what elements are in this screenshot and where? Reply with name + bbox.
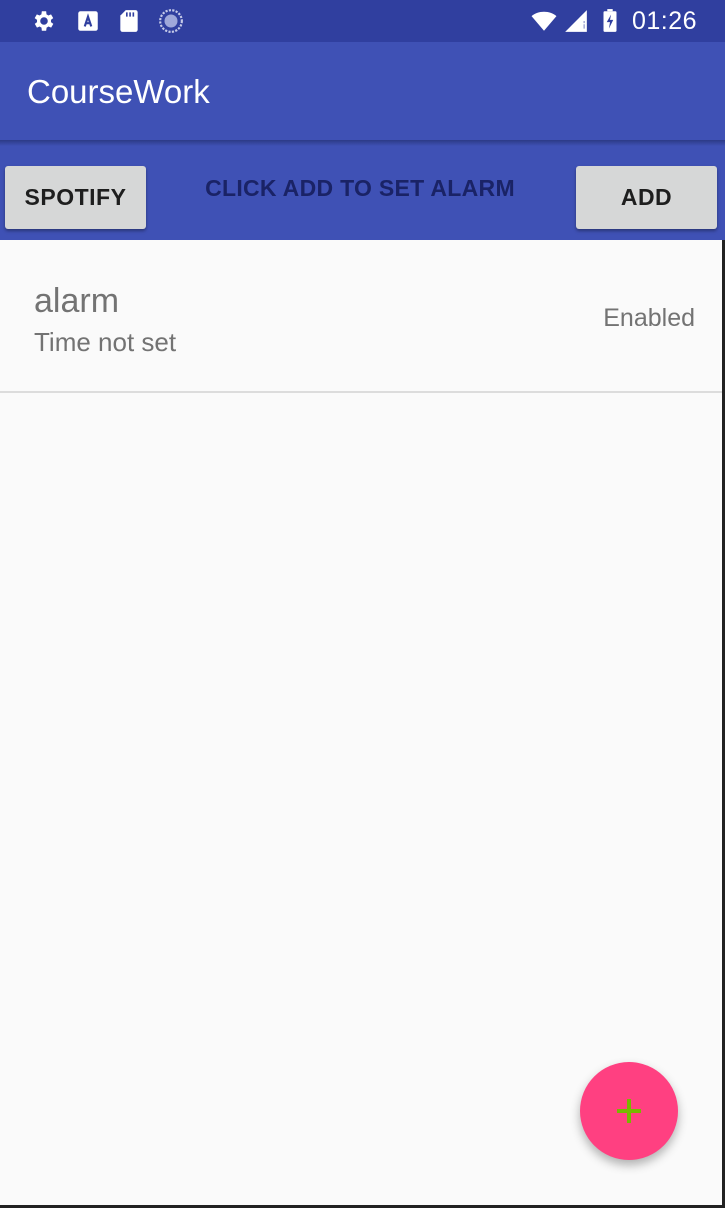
- status-time: 01:26: [631, 7, 697, 35]
- hint-text: CLICK ADD TO SET ALARM: [205, 175, 515, 201]
- a-box-icon: [78, 11, 98, 31]
- loading-icon: [159, 9, 183, 33]
- action-row: SPOTIFY CLICK ADD TO SET ALARM ADD: [0, 140, 725, 240]
- plus-icon: [617, 1099, 641, 1123]
- add-button[interactable]: ADD: [576, 166, 717, 229]
- cell-signal-icon: [565, 10, 587, 32]
- spotify-button[interactable]: SPOTIFY: [5, 166, 146, 229]
- app-bar-shadow: [0, 140, 725, 146]
- gear-icon: [34, 11, 54, 31]
- list-item[interactable]: alarm Time not set Enabled: [0, 240, 725, 393]
- battery-charging-icon: [603, 9, 617, 32]
- alarm-title: alarm: [34, 282, 120, 320]
- wifi-icon: [531, 11, 557, 31]
- sd-card-icon: [120, 10, 138, 32]
- status-bar: 01:26: [0, 0, 725, 42]
- app-title: CourseWork: [27, 73, 210, 110]
- app-bar: CourseWork: [0, 42, 725, 140]
- alarm-time: Time not set: [34, 327, 177, 357]
- alarm-list: alarm Time not set Enabled: [0, 240, 725, 393]
- alarm-status: Enabled: [603, 304, 695, 332]
- screen: 01:26 CourseWork SPOTIFY CLICK ADD TO SE…: [0, 0, 725, 1208]
- add-fab-button[interactable]: [580, 1062, 678, 1160]
